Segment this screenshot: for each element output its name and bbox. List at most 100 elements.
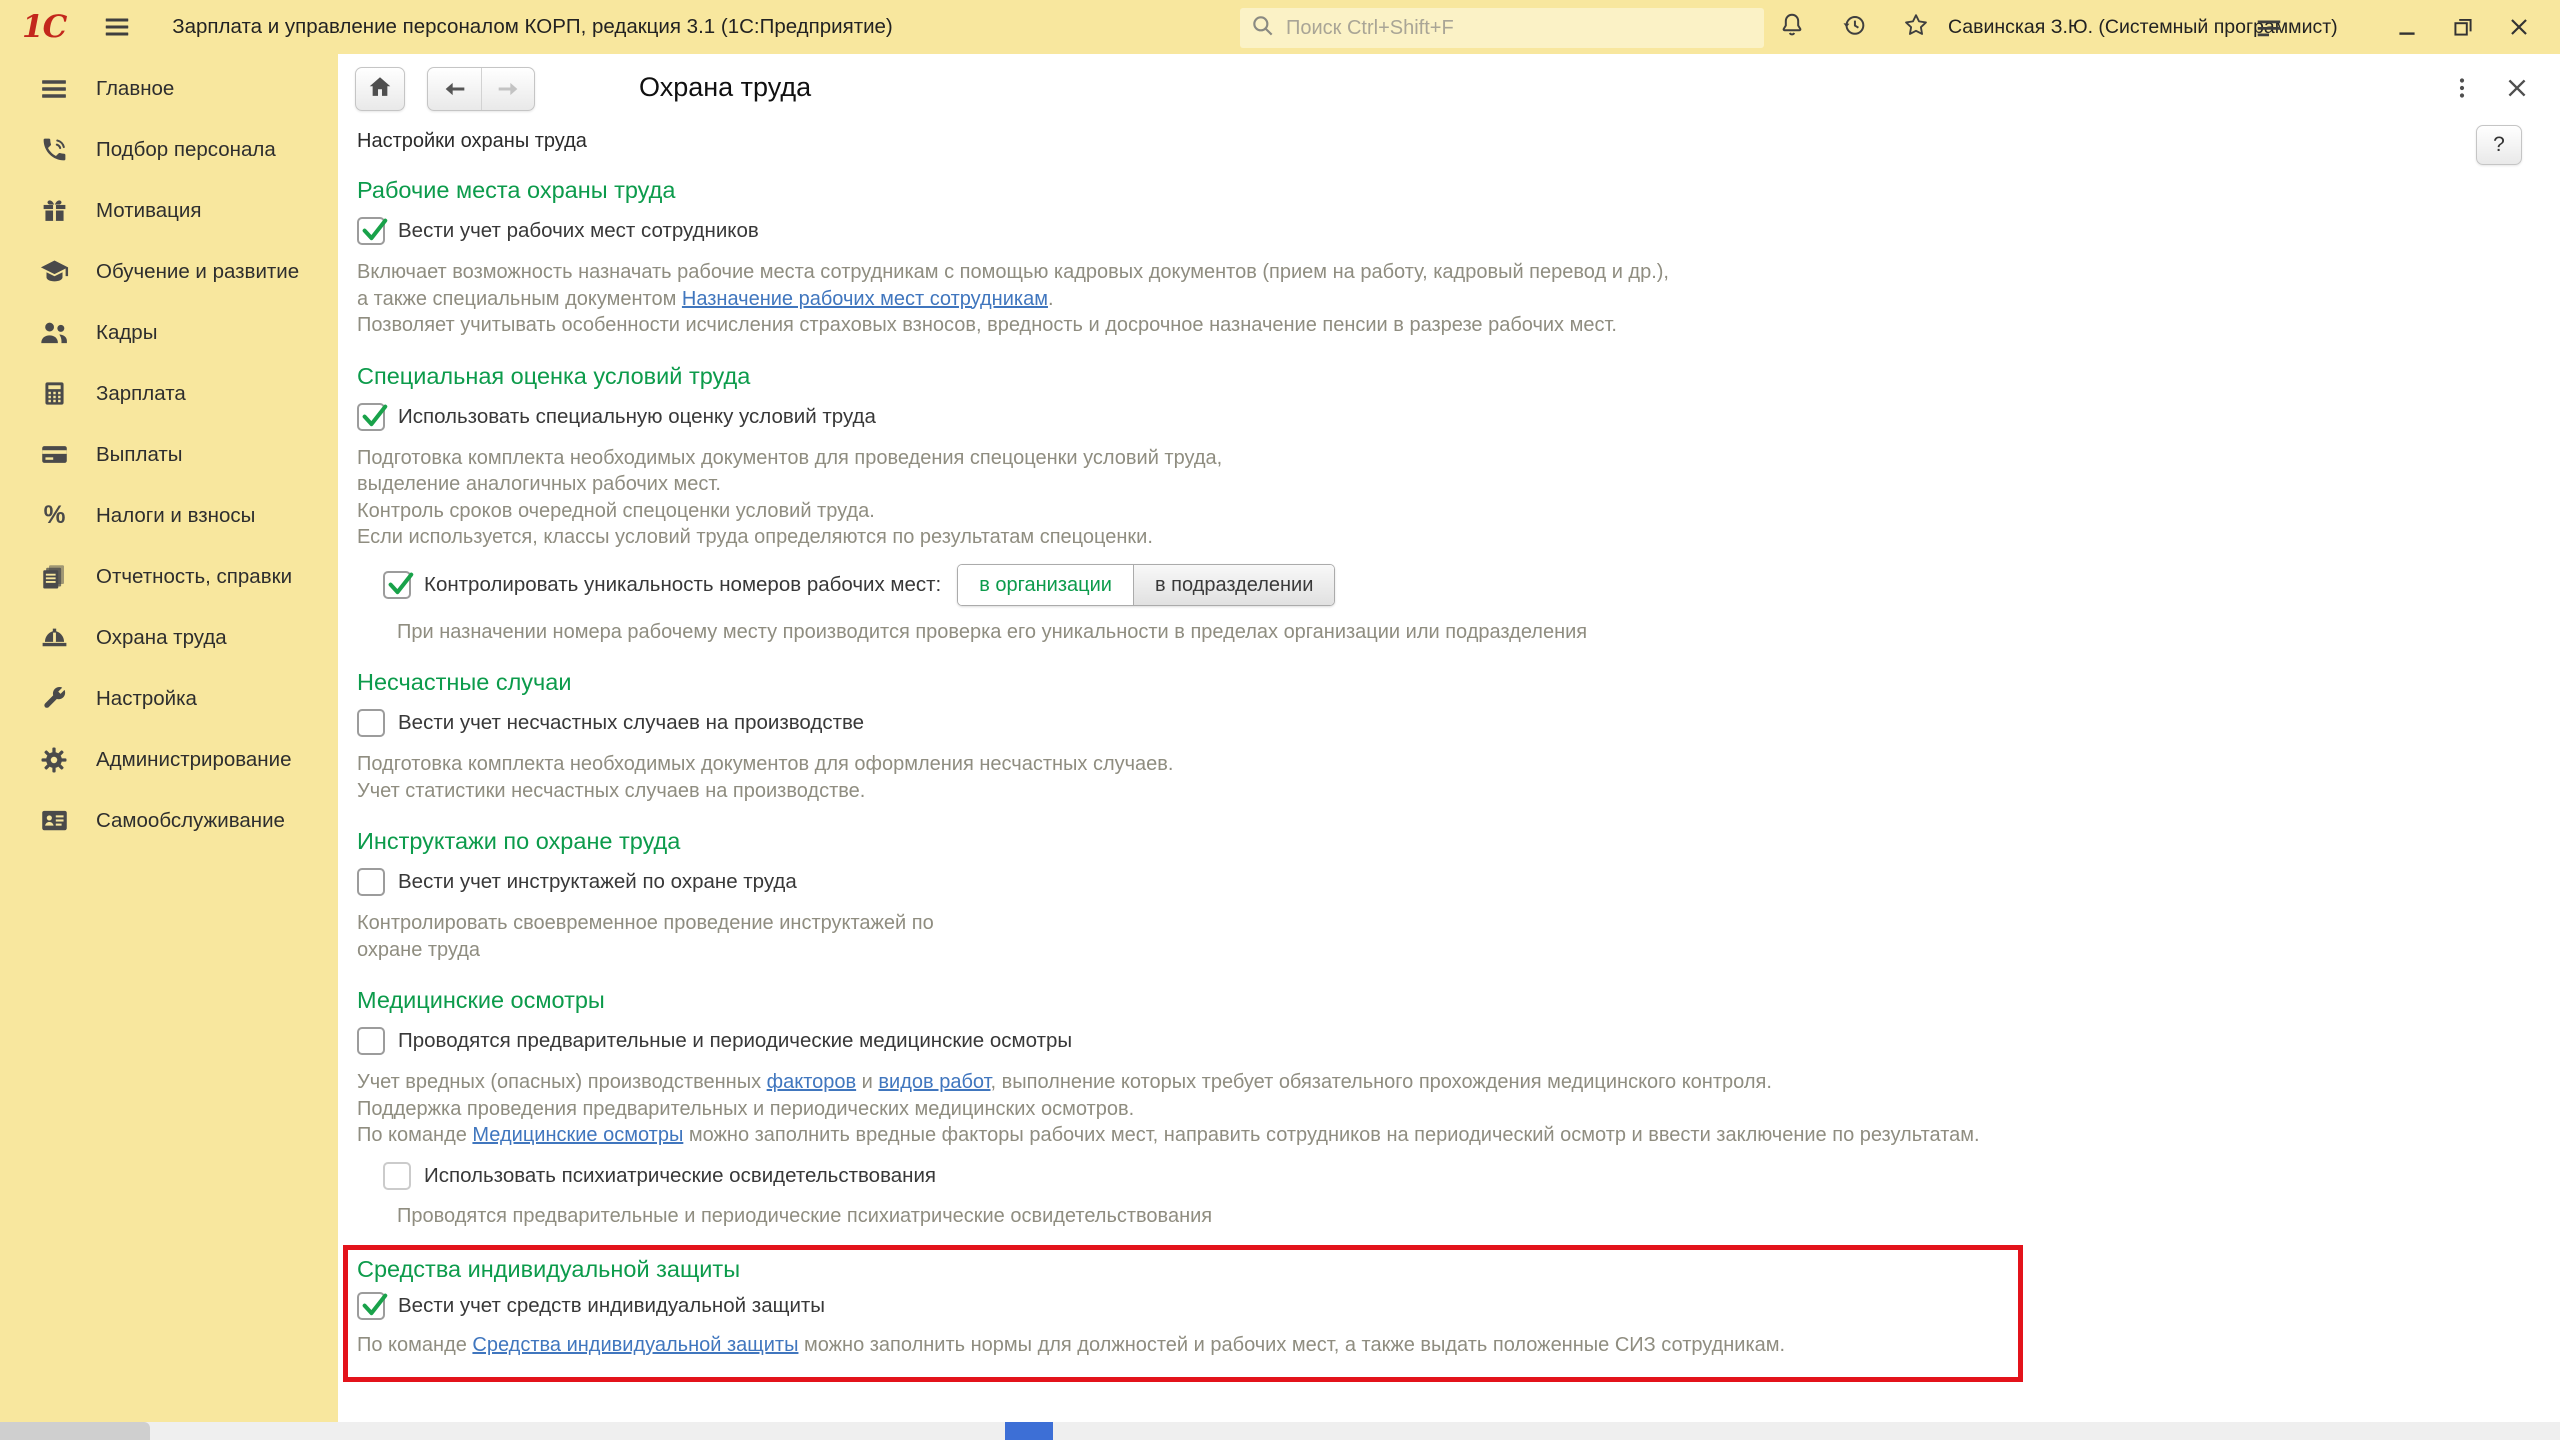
checkbox-checked[interactable] [357, 403, 385, 431]
settings-section: Специальная оценка условий труда Использо… [357, 363, 2560, 646]
checkbox-row[interactable]: Вести учет инструктажей по охране труда [357, 868, 2560, 896]
page-header: Охрана труда [338, 54, 2560, 114]
text-link[interactable]: Медицинские осмотры [472, 1124, 683, 1146]
section-heading: Медицинские осмотры [357, 987, 2560, 1014]
description-text: Подготовка комплекта необходимых докумен… [357, 445, 2560, 551]
settings-section: Медицинские осмотры Проводятся предварите… [357, 987, 2560, 1229]
sidebar-item-id-card[interactable]: Самообслуживание [0, 790, 338, 851]
sidebar-item-helmet[interactable]: Охрана труда [0, 607, 338, 668]
toggle-option[interactable]: в подразделении [1133, 565, 1334, 605]
sidebar-item-label: Мотивация [96, 199, 201, 223]
settings-section: Несчастные случаиВести учет несчастных с… [357, 669, 2560, 804]
checkbox-label: Использовать психиатрические освидетельс… [424, 1164, 936, 1188]
description-line: выделение аналогичных рабочих мест. [357, 471, 2560, 498]
help-button[interactable]: ? [2476, 125, 2522, 165]
text-link[interactable]: факторов [767, 1071, 856, 1093]
taskbar-active-app[interactable] [1005, 1422, 1053, 1440]
checkbox-row[interactable]: Вести учет средств индивидуальной защиты [357, 1292, 2004, 1320]
sidebar-item-label: Главное [96, 77, 174, 101]
checkbox-row[interactable]: Проводятся предварительные и периодическ… [357, 1027, 2560, 1055]
sidebar-item-label: Охрана труда [96, 626, 227, 650]
checkbox-checked[interactable] [383, 571, 411, 599]
forward-button[interactable] [481, 68, 534, 110]
back-button[interactable] [428, 68, 481, 110]
restore-icon[interactable] [2448, 12, 2478, 42]
checkbox-checked[interactable] [357, 1292, 385, 1320]
checkbox-unchecked[interactable] [357, 709, 385, 737]
sidebar-item-label: Обучение и развитие [96, 260, 299, 284]
close-page-icon[interactable] [2504, 75, 2530, 106]
description-line: Подготовка комплекта необходимых докумен… [357, 445, 2560, 472]
sidebar-item-gift[interactable]: Мотивация [0, 180, 338, 241]
description-text: Подготовка комплекта необходимых докумен… [357, 751, 2560, 804]
section-heading: Специальная оценка условий труда [357, 363, 2560, 390]
checkbox-checked[interactable] [357, 217, 385, 245]
people-icon [38, 317, 70, 349]
gift-icon [38, 195, 70, 227]
sidebar-item-documents[interactable]: Отчетность, справки [0, 546, 338, 607]
settings-section-highlighted: Средства индивидуальной защиты Вести учет… [343, 1245, 2023, 1382]
svg-text:%: % [43, 502, 65, 529]
checkbox-label: Вести учет несчастных случаев на произво… [398, 711, 864, 735]
checkbox-label: Проводятся предварительные и периодическ… [398, 1029, 1072, 1053]
checkbox-unchecked[interactable] [357, 1027, 385, 1055]
main-menu-icon[interactable] [100, 10, 134, 44]
text-link[interactable]: Средства индивидуальной защиты [472, 1334, 798, 1356]
sidebar-item-label: Налоги и взносы [96, 504, 255, 528]
sidebar-item-label: Выплаты [96, 443, 183, 467]
text-link[interactable]: видов работ [878, 1071, 990, 1093]
checkbox-row[interactable]: Вести учет несчастных случаев на произво… [357, 709, 2560, 737]
header-actions [2450, 74, 2530, 107]
checkbox-label: Контролировать уникальность номеров рабо… [424, 573, 941, 597]
taskbar-start-stub[interactable] [0, 1422, 150, 1440]
toggle-group: в организациив подразделении [957, 564, 1335, 606]
minimize-icon[interactable] [2392, 12, 2422, 42]
service-menu-icon[interactable] [2254, 13, 2284, 43]
settings-section: Рабочие места охраны труда Вести учет раб… [357, 177, 2560, 339]
text-link[interactable]: Назначение рабочих мест сотрудникам [682, 288, 1048, 310]
sidebar-item-menu[interactable]: Главное [0, 58, 338, 119]
sidebar-item-graduation-cap[interactable]: Обучение и развитие [0, 241, 338, 302]
description-line: Если используется, классы условий труда … [357, 524, 2560, 551]
checkbox-unchecked[interactable] [357, 868, 385, 896]
sidebar-item-percent[interactable]: % Налоги и взносы [0, 485, 338, 546]
search-input[interactable]: Поиск Ctrl+Shift+F [1240, 8, 1764, 48]
sidebar-item-label: Кадры [96, 321, 157, 345]
search-placeholder: Поиск Ctrl+Shift+F [1286, 17, 1454, 40]
history-icon[interactable] [1840, 11, 1868, 44]
checkbox-unchecked[interactable] [383, 1162, 411, 1190]
description-text: Проводятся предварительные и периодическ… [397, 1203, 2560, 1230]
toggle-option-selected[interactable]: в организации [958, 565, 1133, 605]
sidebar-item-people[interactable]: Кадры [0, 302, 338, 363]
sidebar-item-gear[interactable]: Администрирование [0, 729, 338, 790]
notifications-icon[interactable] [1778, 11, 1806, 44]
section-heading: Рабочие места охраны труда [357, 177, 2560, 204]
documents-icon [38, 561, 70, 593]
more-actions-icon[interactable] [2450, 74, 2474, 107]
id-card-icon [38, 805, 70, 837]
checkbox-row[interactable]: Использовать психиатрические освидетельс… [383, 1162, 2560, 1190]
checkbox-row[interactable]: Контролировать уникальность номеров рабо… [383, 564, 2560, 606]
description-line: Подготовка комплекта необходимых докумен… [357, 751, 2560, 778]
bank-card-icon [38, 439, 70, 471]
home-button[interactable] [355, 67, 405, 111]
description-line: Позволяет учитывать особенности исчислен… [357, 312, 2560, 339]
checkbox-row[interactable]: Вести учет рабочих мест сотрудников [357, 217, 2560, 245]
sidebar-item-calculator[interactable]: Зарплата [0, 363, 338, 424]
checkbox-label: Вести учет рабочих мест сотрудников [398, 219, 759, 243]
sidebar-item-label: Подбор персонала [96, 138, 276, 162]
app-window: 1С Зарплата и управление персоналом КОРП… [0, 0, 2560, 1440]
section-heading: Инструктажи по охране труда [357, 828, 2560, 855]
sidebar-item-bank-card[interactable]: Выплаты [0, 424, 338, 485]
description-line: Контролировать своевременное проведение … [357, 910, 2560, 937]
checkbox-row[interactable]: Использовать специальную оценку условий … [357, 403, 2560, 431]
close-window-icon[interactable] [2504, 12, 2534, 42]
sidebar-item-phone[interactable]: Подбор персонала [0, 119, 338, 180]
sidebar-item-wrench[interactable]: Настройка [0, 668, 338, 729]
1c-logo-icon: 1С [22, 9, 66, 45]
favorites-icon[interactable] [1902, 11, 1930, 44]
description-text: При назначении номера рабочему месту про… [397, 619, 2560, 646]
gear-icon [38, 744, 70, 776]
taskbar [0, 1422, 2560, 1440]
wrench-icon [38, 683, 70, 715]
